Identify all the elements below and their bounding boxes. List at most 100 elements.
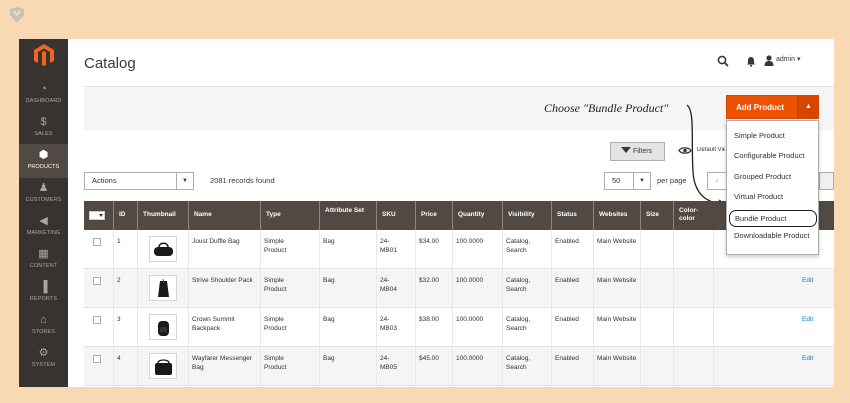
row-checkbox[interactable]: [93, 316, 101, 324]
column-divider: [713, 308, 714, 347]
column-header-size[interactable]: Size: [640, 201, 673, 230]
cell-sku: 24-MB03: [380, 316, 397, 332]
cell-visibility: Catalog, Search: [506, 238, 531, 254]
sidebar-item-label: MARKETING: [26, 230, 61, 236]
sidebar-item-label: SYSTEM: [31, 362, 56, 368]
cell-type: Simple Product: [264, 238, 287, 254]
sidebar-item-reports[interactable]: ▐ REPORTS: [19, 276, 68, 310]
column-divider: [113, 308, 114, 347]
sidebar-item-label: DASHBOARD: [25, 98, 62, 104]
edit-link[interactable]: Edit: [802, 316, 813, 323]
header-select-all[interactable]: [84, 201, 113, 230]
filters-button[interactable]: Filters: [610, 142, 665, 161]
page-number-input[interactable]: [819, 172, 834, 190]
column-divider: [319, 347, 320, 386]
edit-link[interactable]: Edit: [802, 277, 813, 284]
sidebar-item-sales[interactable]: $ SALES: [19, 111, 68, 145]
funnel-icon: [621, 147, 631, 153]
cell-quantity: 100.0000: [456, 355, 484, 362]
site-logo-icon: [10, 7, 24, 23]
column-divider: [640, 308, 641, 347]
dollar-icon: $: [40, 116, 47, 128]
cell-status: Enabled: [555, 238, 579, 245]
cell-quantity: 100.0000: [456, 316, 484, 323]
row-checkbox[interactable]: [93, 238, 101, 246]
sidebar-item-stores[interactable]: ⌂ STORES: [19, 309, 68, 343]
dropdown-item-virtual-product[interactable]: Virtual Product: [727, 192, 818, 201]
dropdown-item-grouped-product[interactable]: Grouped Product: [727, 172, 818, 181]
eye-icon[interactable]: [678, 146, 692, 155]
dropdown-item-downloadable-product[interactable]: Downloadable Product: [727, 231, 818, 240]
column-divider: [673, 230, 674, 269]
sidebar-item-dashboard[interactable]: ◔ DASHBOARD: [19, 78, 68, 112]
column-divider: [551, 269, 552, 308]
column-header-status[interactable]: Status: [551, 201, 593, 230]
sidebar-item-content[interactable]: ▦ CONTENT: [19, 243, 68, 277]
admin-sidebar: ◔ DASHBOARD $ SALES ⬢ PRODUCTS ♟ CUSTOMERS ◀ MARK…: [19, 39, 68, 387]
default-view-selector[interactable]: Default View: [697, 147, 725, 153]
table-row[interactable]: 2 Strive Shoulder Pack Simple Product Bag 24…: [84, 269, 834, 308]
previous-page-button[interactable]: ‹: [707, 172, 727, 190]
column-header-attribute-set[interactable]: Attribute Set: [319, 201, 376, 230]
table-row[interactable]: 1 Joust Duffle Bag Simple Product Bag 24-MB0…: [84, 230, 834, 269]
column-divider: [452, 230, 453, 269]
column-divider: [376, 347, 377, 386]
column-divider: [376, 308, 377, 347]
add-product-toggle-button[interactable]: ▲: [797, 95, 819, 119]
per-page-select[interactable]: 50 ▼: [604, 172, 651, 190]
column-header-sku[interactable]: SKU: [376, 201, 415, 230]
dropdown-item-bundle-product[interactable]: Bundle Product: [729, 210, 817, 227]
person-icon: ♟: [38, 182, 49, 194]
cell-attribute-set: Bag: [323, 238, 335, 245]
column-divider: [452, 269, 453, 308]
column-header-visibility[interactable]: Visibility: [502, 201, 551, 230]
column-divider: [593, 347, 594, 386]
add-product-dropdown: Simple Product Configurable Product Groupe…: [726, 120, 819, 255]
column-divider: [502, 269, 503, 308]
column-header-websites[interactable]: Websites: [593, 201, 640, 230]
column-header-color-color[interactable]: Color-color: [673, 201, 713, 230]
search-icon[interactable]: [717, 55, 729, 67]
sidebar-item-label: CUSTOMERS: [25, 197, 62, 203]
column-divider: [188, 230, 189, 269]
mass-actions-select[interactable]: Actions ▼: [84, 172, 194, 190]
cell-websites: Main Website: [597, 316, 637, 323]
grid-header: ID Thumbnail Name Type Attribute Set SKU Price…: [84, 201, 834, 230]
edit-link[interactable]: Edit: [802, 355, 813, 362]
column-divider: [593, 230, 594, 269]
cell-id: 3: [117, 316, 121, 323]
column-header-name[interactable]: Name: [188, 201, 260, 230]
bell-icon[interactable]: [746, 56, 756, 67]
column-header-price[interactable]: Price: [415, 201, 452, 230]
cell-websites: Main Website: [597, 355, 637, 362]
cell-visibility: Catalog, Search: [506, 277, 531, 293]
row-checkbox[interactable]: [93, 355, 101, 363]
column-header-type[interactable]: Type: [260, 201, 319, 230]
column-divider: [502, 230, 503, 269]
table-row[interactable]: 4 Wayfarer Messenger Bag Simple Product Bag…: [84, 347, 834, 386]
column-divider: [551, 230, 552, 269]
sidebar-item-customers[interactable]: ♟ CUSTOMERS: [19, 177, 68, 211]
select-all-checkbox[interactable]: [89, 211, 105, 220]
sidebar-item-marketing[interactable]: ◀ MARKETING: [19, 210, 68, 244]
admin-user-menu[interactable]: admin ▾: [776, 55, 801, 63]
dropdown-item-configurable-product[interactable]: Configurable Product: [727, 151, 818, 160]
user-icon[interactable]: [764, 55, 774, 66]
add-product-button[interactable]: Add Product: [726, 95, 798, 119]
column-divider: [673, 308, 674, 347]
dropdown-item-simple-product[interactable]: Simple Product: [727, 131, 818, 140]
row-checkbox[interactable]: [93, 277, 101, 285]
column-divider: [376, 230, 377, 269]
column-header-id[interactable]: ID: [113, 201, 137, 230]
magento-logo-icon[interactable]: [34, 44, 54, 66]
column-header-thumbnail[interactable]: Thumbnail: [137, 201, 188, 230]
cell-name: Wayfarer Messenger Bag: [192, 355, 253, 371]
sidebar-item-products[interactable]: ⬢ PRODUCTS: [19, 144, 68, 178]
column-divider: [673, 269, 674, 308]
table-row[interactable]: 3 Crown Summit Backpack Simple Product Bag 2…: [84, 308, 834, 347]
cell-visibility: Catalog, Search: [506, 316, 531, 332]
column-header-quantity[interactable]: Quantity: [452, 201, 502, 230]
sidebar-item-system[interactable]: ⚙ SYSTEM: [19, 342, 68, 376]
column-divider: [415, 347, 416, 386]
gear-icon: ⚙: [38, 347, 49, 359]
